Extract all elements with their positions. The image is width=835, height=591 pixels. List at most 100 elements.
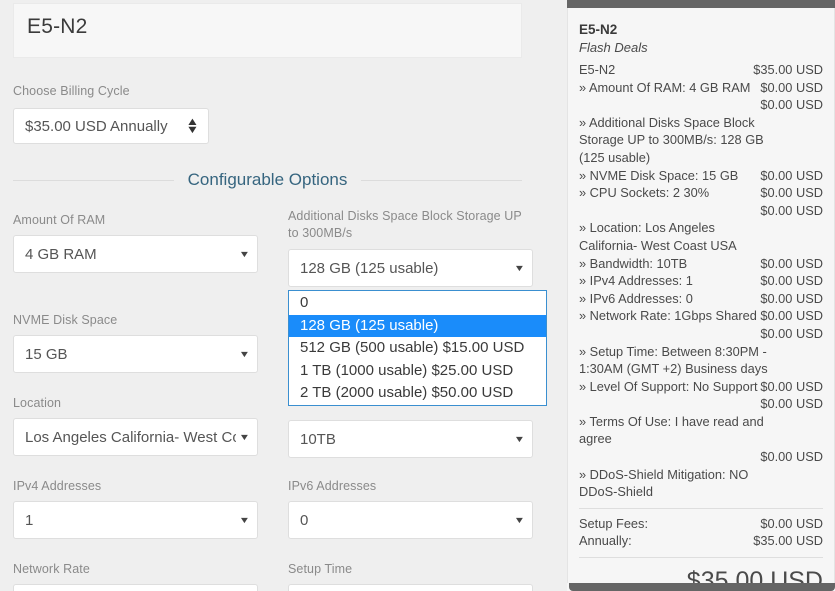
option-amount-of-ram: Amount Of RAM 4 GB RAM ▼ xyxy=(13,212,258,273)
nvme-disk-space-select[interactable]: 15 GB ▼ xyxy=(13,335,258,373)
option-additional-disks-space: Additional Disks Space Block Storage UP … xyxy=(288,208,533,287)
panel-top-bar xyxy=(567,0,835,8)
summary-line: $0.00 USD» Terms Of Use: I have read and… xyxy=(579,395,823,448)
summary-total-row: $35.00 USD Annually: xyxy=(579,532,823,550)
summary-line-text: » Bandwidth: 10TB xyxy=(579,255,688,271)
summary-line: $0.00 USD » Location: Los Angeles Califor… xyxy=(579,202,823,255)
option-bandwidth: 10TB ▼ xyxy=(288,420,533,458)
option-label: Setup Time xyxy=(288,562,353,576)
option-setup-time: Setup Time ▼ xyxy=(288,561,533,591)
option-ipv4-addresses: IPv4 Addresses 1 ▼ xyxy=(13,478,258,539)
location-select[interactable]: Los Angeles California- West Coast USA ▼ xyxy=(13,418,258,456)
order-summary-body: E5-N2 Flash Deals $35.00 USD E5-N2 $0.00 U… xyxy=(567,8,835,591)
summary-line-text: » IPv6 Addresses: 0 xyxy=(579,290,693,306)
summary-line: $0.00 USD » IPv4 Addresses: 1 xyxy=(579,272,823,290)
summary-line: $0.00 USD » Bandwidth: 10TB xyxy=(579,255,823,273)
summary-line-text: » Network Rate: 1Gbps Shared xyxy=(579,308,757,324)
summary-line-amount: $0.00 USD xyxy=(760,449,823,465)
summary-line-amount: $0.00 USD xyxy=(760,308,823,324)
billing-cycle-label: Choose Billing Cycle xyxy=(13,84,130,98)
order-summary-panel: E5-N2 Flash Deals $35.00 USD E5-N2 $0.00 U… xyxy=(567,0,835,591)
summary-line-amount: $0.00 USD xyxy=(760,255,823,271)
summary-line-text: » Additional Disks Space Block Storage U… xyxy=(579,114,764,165)
summary-line-amount: $0.00 USD xyxy=(760,185,823,201)
option-label: Additional Disks Space Block Storage UP … xyxy=(288,209,522,240)
summary-line-text: » Level Of Support: No Support xyxy=(579,378,758,394)
amount-of-ram-select[interactable]: 4 GB RAM ▼ xyxy=(13,235,258,273)
configurable-options-title: Configurable Options xyxy=(187,170,348,189)
option-ipv6-addresses: IPv6 Addresses 0 ▼ xyxy=(288,478,533,539)
summary-product-group: Flash Deals xyxy=(579,40,648,55)
setup-time-select[interactable]: ▼ xyxy=(288,584,533,591)
ipv4-addresses-select[interactable]: 1 ▼ xyxy=(13,501,258,539)
summary-line-text: » Setup Time: Between 8:30PM - 1:30AM (G… xyxy=(579,343,768,377)
ipv6-addresses-select[interactable]: 0 ▼ xyxy=(288,501,533,539)
summary-line-amount: $0.00 USD xyxy=(760,290,823,306)
summary-line-items: $35.00 USD E5-N2 $0.00 USD » Amount Of RAM:… xyxy=(579,61,823,501)
amount-of-ram-value: 4 GB RAM xyxy=(25,245,97,263)
billing-cycle-value: $35.00 USD Annually xyxy=(25,117,168,135)
summary-line-text: » Terms Of Use: I have read and agree xyxy=(579,413,764,447)
option-label: NVME Disk Space xyxy=(13,313,118,327)
summary-line-text: » DDoS-Shield Mitigation: NO DDoS-Shield xyxy=(579,466,749,500)
chevron-down-icon: ▼ xyxy=(513,514,526,525)
ipv4-addresses-value: 1 xyxy=(25,511,34,529)
dropdown-option[interactable]: 128 GB (125 usable) xyxy=(289,314,546,338)
dropdown-option[interactable]: 2 TB (2000 usable) $50.00 USD xyxy=(289,382,546,405)
summary-line-amount: $0.00 USD xyxy=(760,97,823,113)
summary-line-amount: $0.00 USD xyxy=(760,378,823,394)
summary-line: $0.00 USD » Amount Of RAM: 4 GB RAM xyxy=(579,79,823,97)
summary-line: $0.00 USD» Additional Disks Space Block … xyxy=(579,96,823,166)
summary-line-amount: $35.00 USD xyxy=(753,62,823,77)
summary-totals: $0.00 USD Setup Fees: $35.00 USD Annually: xyxy=(579,515,823,550)
additional-disks-space-select[interactable]: 128 GB (125 usable) ▼ xyxy=(288,249,533,287)
location-value: Los Angeles California- West Coast USA xyxy=(25,428,236,446)
summary-line-amount: $0.00 USD xyxy=(760,79,823,95)
order-configuration-page: E5-N2 Choose Billing Cycle $35.00 USD An… xyxy=(0,0,835,591)
option-label: IPv4 Addresses xyxy=(13,479,102,493)
billing-cycle-select[interactable]: $35.00 USD Annually ▲ ▼ xyxy=(13,108,209,144)
summary-line-text: E5-N2 xyxy=(579,62,616,77)
chevron-down-icon: ▼ xyxy=(238,348,251,359)
summary-line-amount: $0.00 USD xyxy=(760,273,823,289)
summary-line: $0.00 USD » Setup Time: Between 8:30PM - … xyxy=(579,325,823,378)
option-label: Location xyxy=(13,396,62,410)
summary-line: $0.00 USD » IPv6 Addresses: 0 xyxy=(579,290,823,308)
summary-total-amount: $35.00 USD xyxy=(753,533,823,549)
option-nvme-disk-space: NVME Disk Space 15 GB ▼ xyxy=(13,312,258,373)
chevron-down-icon: ▼ xyxy=(238,431,251,442)
bandwidth-select[interactable]: 10TB ▼ xyxy=(288,420,533,458)
option-label: IPv6 Addresses xyxy=(288,479,377,493)
summary-line-text: » Amount Of RAM: 4 GB RAM xyxy=(579,79,751,95)
summary-line-text: » NVME Disk Space: 15 GB xyxy=(579,167,739,183)
summary-total-label: Setup Fees: xyxy=(579,515,649,531)
option-network-rate: Network Rate ▼ xyxy=(13,561,258,591)
page-title: E5-N2 xyxy=(27,15,88,38)
additional-disks-space-dropdown-list[interactable]: 0 128 GB (125 usable) 512 GB (500 usable) … xyxy=(288,290,547,406)
chevron-down-icon: ▼ xyxy=(238,514,251,525)
dropdown-option[interactable]: 512 GB (500 usable) $15.00 USD xyxy=(289,337,546,360)
summary-divider-2 xyxy=(579,556,823,558)
summary-product-name: E5-N2 xyxy=(579,22,618,37)
ipv6-addresses-value: 0 xyxy=(300,511,309,529)
main-configuration-area: E5-N2 Choose Billing Cycle $35.00 USD An… xyxy=(0,0,560,591)
summary-divider-1 xyxy=(579,507,823,509)
summary-line: $0.00 USD » NVME Disk Space: 15 GB xyxy=(579,167,823,185)
bandwidth-value: 10TB xyxy=(300,430,336,448)
network-rate-select[interactable]: ▼ xyxy=(13,584,258,591)
divider-line-right xyxy=(361,179,522,181)
dropdown-option[interactable]: 1 TB (1000 usable) $25.00 USD xyxy=(289,360,546,383)
summary-line: $0.00 USD » CPU Sockets: 2 30% xyxy=(579,184,823,202)
summary-line-text: » IPv4 Addresses: 1 xyxy=(579,273,693,289)
summary-line-amount: $0.00 USD xyxy=(760,167,823,183)
summary-line: $0.00 USD» Level Of Support: No Support xyxy=(579,378,823,396)
summary-line-text: » CPU Sockets: 2 30% xyxy=(579,185,710,201)
summary-line: $0.00 USD» Network Rate: 1Gbps Shared xyxy=(579,307,823,325)
option-label: Network Rate xyxy=(13,562,90,576)
summary-line-amount: $0.00 USD xyxy=(760,202,823,218)
option-location: Location Los Angeles California- West Co… xyxy=(13,395,258,456)
summary-line-amount: $0.00 USD xyxy=(760,396,823,412)
configurable-options-divider: Configurable Options xyxy=(13,169,522,191)
product-title-panel: E5-N2 xyxy=(13,3,522,58)
dropdown-option[interactable]: 0 xyxy=(289,292,546,315)
